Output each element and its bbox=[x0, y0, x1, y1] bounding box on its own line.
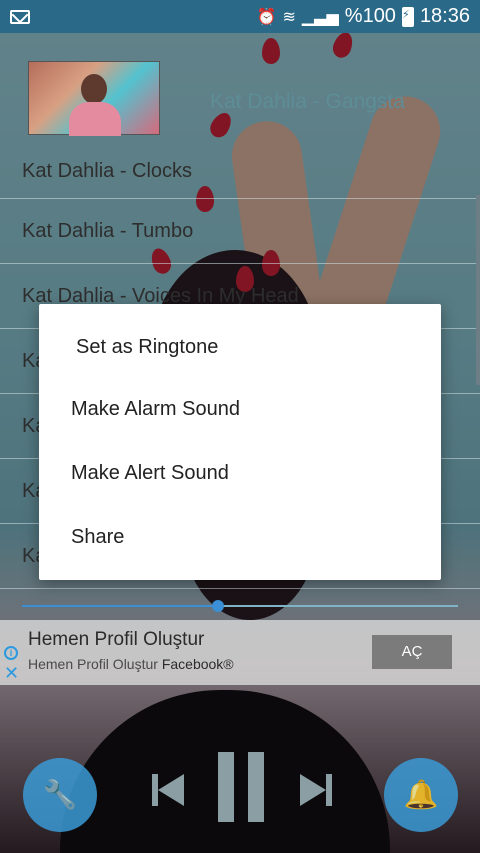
ringtone-button[interactable]: 🔔 bbox=[384, 758, 458, 832]
message-icon bbox=[10, 9, 30, 24]
clock: 18:36 bbox=[419, 5, 470, 27]
set-as-ringtone-item[interactable]: Set as Ringtone bbox=[39, 317, 441, 377]
wifi-icon: ≋ bbox=[282, 8, 296, 26]
ad-headline: Hemen Profil Oluştur bbox=[28, 629, 205, 650]
seek-progress bbox=[22, 605, 219, 607]
share-item[interactable]: Share bbox=[39, 505, 441, 569]
battery-charging-icon bbox=[401, 6, 414, 27]
seek-bar[interactable] bbox=[22, 600, 458, 612]
close-icon[interactable]: ✕ bbox=[4, 664, 19, 682]
wrench-icon: 🔧 bbox=[42, 779, 78, 810]
next-track-button[interactable] bbox=[296, 770, 336, 810]
ad-brand: Facebook® bbox=[161, 656, 234, 672]
pause-button[interactable] bbox=[218, 752, 264, 822]
signal-icon: ▁▃▅ bbox=[301, 8, 339, 26]
settings-button[interactable]: 🔧 bbox=[23, 758, 97, 832]
ad-subtitle: Hemen Profil Oluştur Facebook® bbox=[28, 656, 234, 672]
ad-open-button[interactable]: AÇ bbox=[372, 635, 452, 669]
info-icon[interactable]: i bbox=[4, 646, 18, 660]
ad-banner[interactable]: i ✕ Hemen Profil Oluştur Hemen Profil Ol… bbox=[0, 620, 480, 685]
now-playing-header: Kat Dahlia - Gangsta bbox=[0, 33, 480, 150]
make-alert-sound-item[interactable]: Make Alert Sound bbox=[39, 441, 441, 505]
context-menu-dialog: Set as Ringtone Make Alarm Sound Make Al… bbox=[39, 304, 441, 580]
alarm-icon: ⏰ bbox=[256, 8, 277, 26]
status-bar: ⏰ ≋ ▁▃▅ %100 18:36 bbox=[0, 0, 480, 33]
bell-icon: 🔔 bbox=[403, 779, 439, 810]
ad-subtitle-text: Hemen Profil Oluştur bbox=[28, 656, 162, 672]
list-item[interactable]: Kat Dahlia - Clocks bbox=[0, 150, 480, 199]
battery-percent: %100 bbox=[344, 5, 396, 27]
list-scrollbar[interactable] bbox=[476, 195, 480, 385]
now-playing-title: Kat Dahlia - Gangsta bbox=[210, 90, 405, 113]
previous-track-button[interactable] bbox=[148, 770, 188, 810]
make-alarm-sound-item[interactable]: Make Alarm Sound bbox=[39, 377, 441, 441]
list-item[interactable]: Kat Dahlia - Tumbo bbox=[0, 199, 480, 264]
album-art[interactable] bbox=[28, 61, 160, 136]
